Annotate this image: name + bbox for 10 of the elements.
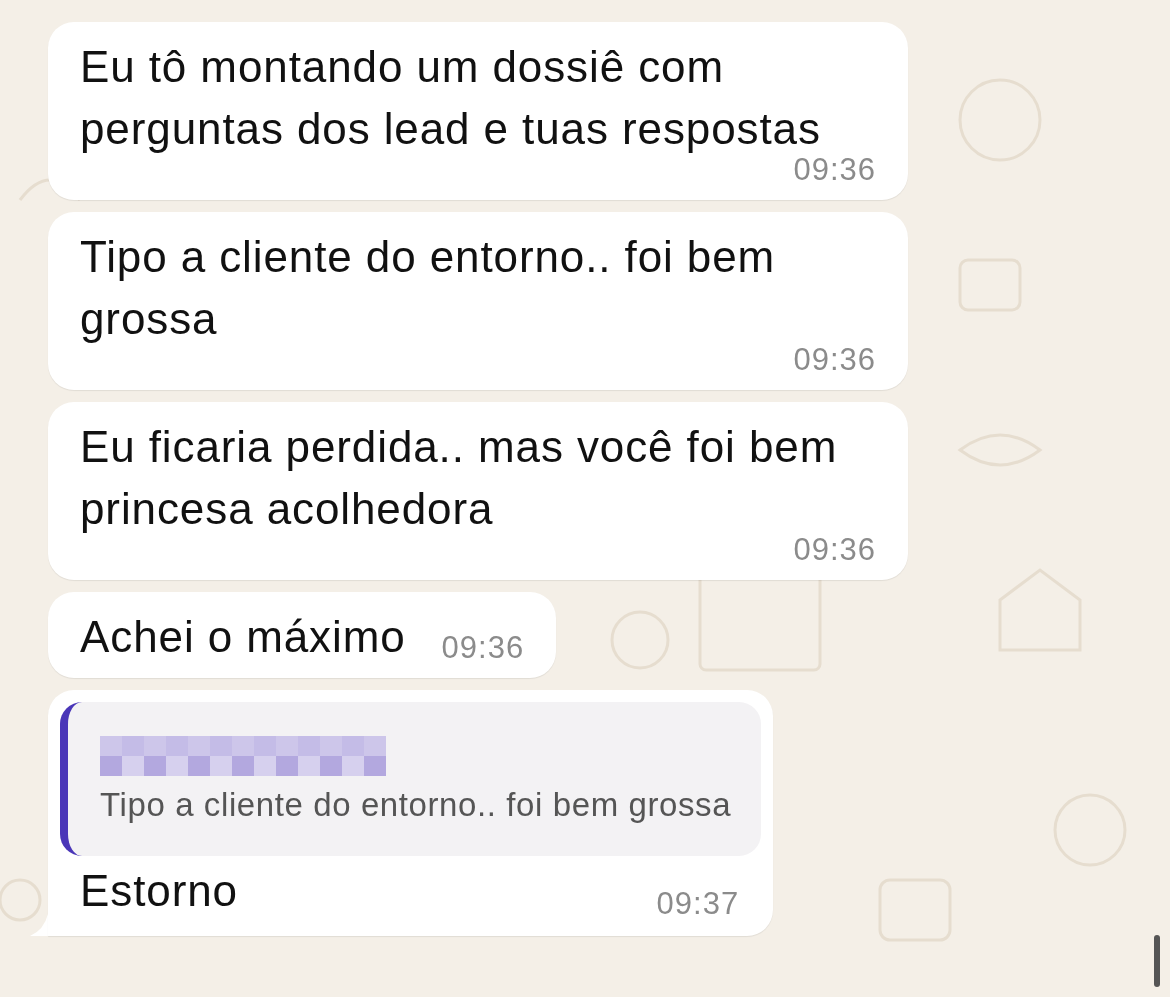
message-text: Eu tô montando um dossiê com perguntas dos lead e tuas respostas xyxy=(80,41,822,155)
message-text: Tipo a cliente do entorno.. foi bem grossa xyxy=(80,231,777,345)
message-text: Estorno xyxy=(80,865,238,917)
message-time: 09:36 xyxy=(441,629,525,667)
message-time: 09:36 xyxy=(793,341,876,379)
quoted-message[interactable]: Tipo a cliente do entorno.. foi bem grossa xyxy=(60,702,762,856)
message-text: Achei o máximo xyxy=(80,611,406,663)
message-time: 09:36 xyxy=(793,152,876,189)
quoted-text: Tipo a cliente do entorno.. foi bem grossa xyxy=(100,786,732,824)
message-time: 09:37 xyxy=(656,886,740,922)
